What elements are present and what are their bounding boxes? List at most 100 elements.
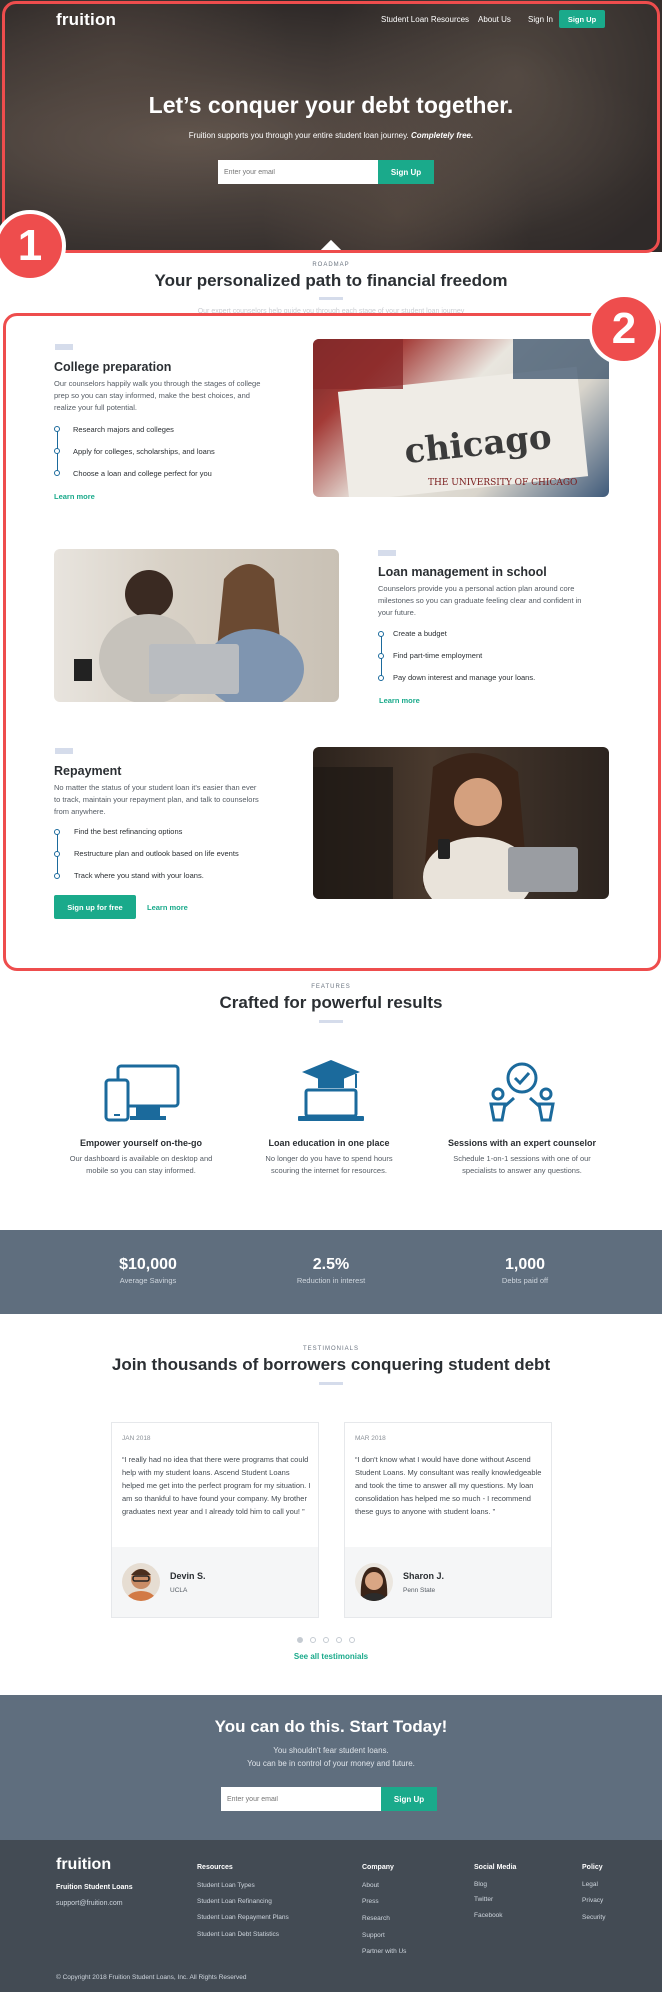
- footer: fruition Fruition Student Loans support@…: [0, 1840, 662, 1992]
- cta-band: You can do this. Start Today! You should…: [0, 1695, 662, 1840]
- carousel-dot[interactable]: [349, 1637, 355, 1643]
- footer-link[interactable]: Student Loan Repayment Plans: [197, 1914, 289, 1921]
- cta-line-2: You can be in control of your money and …: [247, 1759, 415, 1768]
- stat-label: Debts paid off: [501, 1276, 549, 1285]
- step-item: Track where you stand with your loans.: [74, 871, 204, 880]
- carousel-dot[interactable]: [310, 1637, 316, 1643]
- testimonials-title: Join thousands of borrowers conquering s…: [111, 1355, 551, 1374]
- cta-line-1: You shouldn't fear student loans.: [273, 1746, 389, 1755]
- devices-icon: [104, 1064, 180, 1122]
- graduation-laptop-icon: [298, 1060, 364, 1121]
- feature-desc: Our dashboard is available on desktop an…: [69, 1154, 213, 1175]
- copyright-icon: ©: [56, 1974, 61, 1981]
- footer-link[interactable]: Press: [362, 1898, 379, 1905]
- footer-link[interactable]: Student Loan Refinancing: [197, 1898, 272, 1905]
- students-laptop-photo: [54, 549, 339, 702]
- footer-link[interactable]: Support: [362, 1932, 385, 1939]
- footer-link[interactable]: Privacy: [582, 1897, 603, 1904]
- step-item: Choose a loan and college perfect for yo…: [73, 469, 212, 478]
- hero-section: fruition Student Loan Resources About Us…: [0, 0, 662, 252]
- loan-mgmt-learn-more[interactable]: Learn more: [379, 696, 420, 705]
- testimonial-school: UCLA: [170, 1587, 188, 1594]
- stat-value: 1,000: [504, 1256, 546, 1273]
- stats-band: $10,000 Average Savings 2.5% Reduction i…: [0, 1230, 662, 1314]
- hero-subtitle-emphasis: Completely free.: [410, 131, 474, 140]
- repayment-signup-button[interactable]: Sign up for free: [54, 895, 136, 919]
- testimonial-card: MAR 2018 “I don't know what I would have…: [344, 1422, 552, 1618]
- stat-value: 2.5%: [312, 1256, 350, 1273]
- testimonial-footer: Sharon J. Penn State: [345, 1547, 551, 1617]
- college-prep-learn-more[interactable]: Learn more: [54, 492, 95, 501]
- copyright-text: Copyright 2018 Fruition Student Loans, I…: [62, 1974, 247, 1981]
- roadmap-title: Your personalized path to financial free…: [154, 271, 508, 290]
- repayment-learn-more[interactable]: Learn more: [147, 903, 188, 912]
- avatar: [355, 1563, 393, 1601]
- hero-title: Let’s conquer your debt together.: [148, 92, 514, 118]
- step-item: Find the best refinancing options: [74, 827, 183, 836]
- cta-email-input[interactable]: [221, 1787, 381, 1811]
- repayment-title: Repayment: [54, 764, 122, 778]
- chicago-brochures-graphic: chicago THE UNIVERSITY OF CHICAGO: [313, 339, 609, 497]
- college-prep-title: College preparation: [54, 360, 172, 374]
- footer-link[interactable]: Security: [582, 1914, 605, 1921]
- nav-signup-button[interactable]: Sign Up: [559, 10, 605, 28]
- carousel-dot[interactable]: [336, 1637, 342, 1643]
- stat-value: $10,000: [119, 1256, 177, 1273]
- footer-logo[interactable]: fruition: [56, 1856, 111, 1874]
- roadmap-intro: Our expert counselors help guide you thr…: [197, 308, 465, 315]
- cta-signup-button[interactable]: Sign Up: [381, 1787, 437, 1811]
- block-tag: [378, 550, 396, 556]
- feature-desc: Schedule 1-on-1 sessions with one of our…: [453, 1154, 591, 1175]
- footer-link[interactable]: Blog: [474, 1881, 487, 1888]
- nav-link-about[interactable]: About Us: [478, 15, 511, 24]
- feature-title: Loan education in one place: [268, 1138, 390, 1148]
- hero-email-input[interactable]: [218, 160, 378, 184]
- footer-link[interactable]: Student Loan Debt Statistics: [197, 1931, 279, 1938]
- nav-link-signin[interactable]: Sign In: [528, 15, 553, 24]
- feature-desc: No longer do you have to spend hours sco…: [265, 1154, 393, 1175]
- woman-phone-photo: [313, 747, 609, 899]
- testimonials-underline: [319, 1382, 343, 1385]
- footer-email[interactable]: support@fruition.com: [56, 1900, 123, 1907]
- footer-link[interactable]: Twitter: [474, 1896, 493, 1903]
- step-dot: [378, 653, 384, 659]
- step-dot: [378, 631, 384, 637]
- step-dot: [54, 829, 60, 835]
- footer-heading-company: Company: [362, 1864, 394, 1871]
- footer-copyright: © Copyright 2018 Fruition Student Loans,…: [56, 1974, 247, 1981]
- footer-link[interactable]: Partner with Us: [362, 1948, 406, 1955]
- hero-notch: [316, 239, 346, 252]
- stat-label: Average Savings: [119, 1276, 177, 1285]
- loan-mgmt-title: Loan management in school: [378, 565, 547, 579]
- woman-phone-graphic: [313, 753, 578, 899]
- footer-link[interactable]: About: [362, 1882, 379, 1889]
- see-all-testimonials-link[interactable]: See all testimonials: [0, 1652, 662, 1661]
- hero-subtitle-text: Fruition supports you through your entir…: [188, 131, 409, 140]
- step-dot: [54, 873, 60, 879]
- nav-link-resources[interactable]: Student Loan Resources: [381, 15, 469, 24]
- hero-signup-button[interactable]: Sign Up: [378, 160, 434, 184]
- footer-link[interactable]: Student Loan Types: [197, 1882, 255, 1889]
- testimonial-school: Penn State: [403, 1587, 436, 1594]
- step-item: Apply for colleges, scholarships, and lo…: [73, 447, 215, 456]
- testimonial-card: JAN 2018 “I really had no idea that ther…: [111, 1422, 319, 1618]
- repayment-desc: No matter the status of your student loa…: [54, 783, 259, 816]
- students-laptop-graphic: [74, 564, 304, 702]
- footer-link[interactable]: Legal: [582, 1881, 598, 1888]
- step-dot: [378, 675, 384, 681]
- block-tag: [55, 748, 73, 754]
- footer-link[interactable]: Facebook: [474, 1912, 503, 1919]
- footer-heading-social: Social Media: [474, 1864, 517, 1871]
- step-item: Create a budget: [393, 629, 447, 638]
- footer-heading-policy: Policy: [582, 1864, 603, 1871]
- carousel-dot[interactable]: [323, 1637, 329, 1643]
- roadmap-underline: [319, 297, 343, 300]
- footer-link[interactable]: Research: [362, 1915, 390, 1922]
- features-underline: [319, 1020, 343, 1023]
- loan-mgmt-desc: Counselors provide you a personal action…: [378, 584, 582, 617]
- testimonial-quote: “I don't know what I would have done wit…: [355, 1455, 542, 1516]
- block-tag: [55, 344, 73, 350]
- step-item: Restructure plan and outlook based on li…: [74, 849, 239, 858]
- step-item: Find part-time employment: [393, 651, 483, 660]
- carousel-dot-active[interactable]: [297, 1637, 303, 1643]
